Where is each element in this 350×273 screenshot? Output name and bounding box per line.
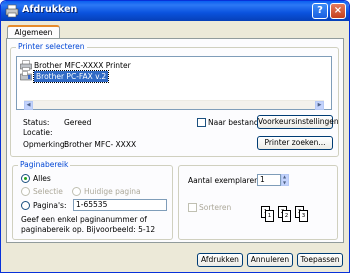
close-button[interactable]: ×: [330, 3, 346, 19]
range-pages-radio[interactable]: [21, 201, 30, 210]
cancel-button[interactable]: Annuleren: [247, 253, 293, 267]
collate-checkbox[interactable]: [188, 203, 197, 212]
printer-list[interactable]: Brother MFC-XXXX Printer Brother PC-FAX …: [16, 56, 332, 110]
printer-label: Brother PC-FAX v.2: [32, 70, 110, 83]
range-pages-label: Pagina's:: [33, 201, 67, 210]
collate-label: Sorteren: [199, 203, 232, 212]
copies-spinner[interactable]: [281, 174, 289, 186]
comment-value: Brother MFC- XXXX: [64, 140, 137, 149]
help-button[interactable]: ?: [312, 3, 328, 19]
find-printer-button[interactable]: Printer zoeken...: [257, 136, 333, 150]
preferences-button[interactable]: Voorkeursinstellingen: [257, 115, 339, 129]
copies-input[interactable]: 1: [257, 174, 281, 186]
window-title: Afdrukken: [22, 4, 78, 15]
print-button[interactable]: Afdrukken: [197, 253, 243, 267]
scroll-right-icon[interactable]: ▶: [315, 101, 324, 110]
title-bar: Afdrukken ? ×: [1, 1, 349, 21]
range-current-label: Huidige pagina: [84, 187, 141, 196]
printer-list-scrollbar[interactable]: ◀ ▶: [24, 100, 324, 110]
location-label: Locatie:: [23, 128, 53, 137]
status-value: Gereed: [64, 118, 92, 127]
range-selection-label: Selectie: [33, 187, 63, 196]
printer-icon: [20, 60, 32, 71]
page-icon: 1: [265, 210, 274, 222]
range-hint-line1: Geef een enkel paginanummer of: [21, 215, 147, 224]
printer-icon: [5, 4, 19, 18]
range-hint-line2: paginabereik op. Bijvoorbeeld: 5-12: [21, 225, 156, 234]
page-icon: 2: [282, 210, 291, 222]
tab-general[interactable]: Algemeen: [7, 25, 60, 39]
page-range-legend: Paginabereik: [18, 160, 71, 169]
range-current-radio[interactable]: [72, 187, 81, 196]
status-label: Status:: [23, 118, 50, 127]
page-icon: 3: [299, 210, 308, 222]
range-all-label: Alles: [33, 174, 51, 183]
range-all-radio[interactable]: [21, 174, 30, 183]
apply-button[interactable]: Toepassen: [297, 253, 343, 267]
fax-icon: [20, 71, 32, 81]
print-dialog: Afdrukken ? × Algemeen Printer selectere…: [0, 0, 350, 273]
printer-select-legend: Printer selecteren: [16, 42, 87, 51]
comment-label: Opmerking:: [23, 140, 68, 149]
copies-label: Aantal exemplaren:: [188, 176, 262, 185]
range-selection-radio[interactable]: [21, 187, 30, 196]
scroll-left-icon[interactable]: ◀: [24, 101, 33, 110]
printer-label: Brother MFC-XXXX Printer: [34, 61, 131, 70]
pages-input[interactable]: 1-65535: [73, 199, 167, 211]
to-file-label: Naar bestand: [208, 118, 259, 127]
to-file-checkbox[interactable]: [197, 118, 206, 127]
